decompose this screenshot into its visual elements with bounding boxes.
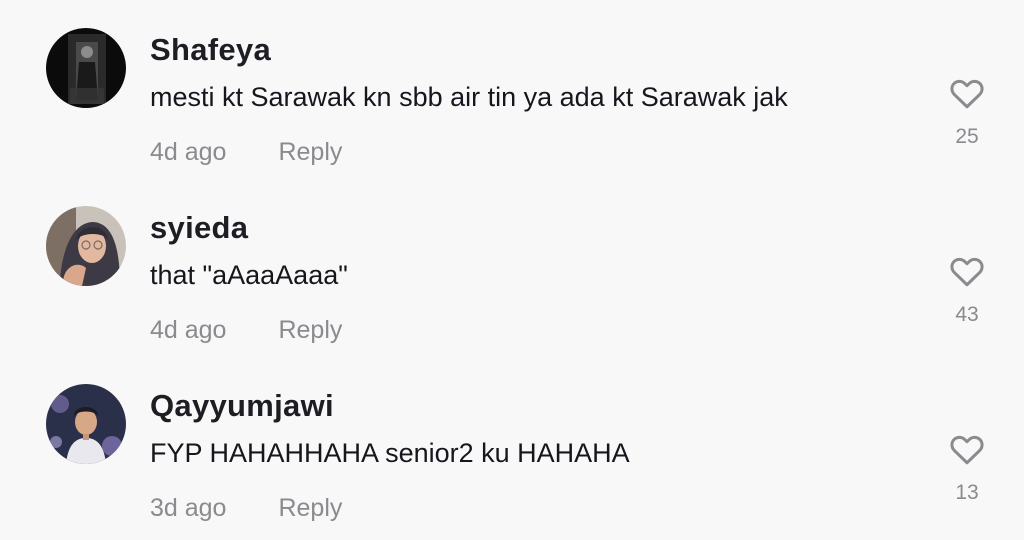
reply-button[interactable]: Reply: [278, 138, 342, 166]
comment-meta: 4d ago Reply: [150, 138, 342, 167]
avatar-image: [46, 384, 126, 464]
comment-timestamp: 4d ago: [150, 138, 227, 166]
comment-timestamp: 4d ago: [150, 316, 227, 344]
heart-outline-icon: [950, 257, 984, 287]
comment-item: Qayyumjawi FYP HAHAHHAHA senior2 ku HAHA…: [0, 384, 1024, 540]
avatar[interactable]: [46, 384, 126, 464]
reply-button[interactable]: Reply: [278, 494, 342, 522]
like-count: 43: [955, 303, 979, 326]
avatar[interactable]: [46, 28, 126, 108]
heart-outline-icon: [950, 435, 984, 465]
comment-username[interactable]: Shafeya: [150, 32, 271, 68]
comment-list: Shafeya mesti kt Sarawak kn sbb air tin …: [0, 0, 1024, 540]
comment-meta: 3d ago Reply: [150, 494, 342, 523]
comment-item: Shafeya mesti kt Sarawak kn sbb air tin …: [0, 28, 1024, 206]
like-count: 13: [955, 481, 979, 504]
comment-item: syieda that "aAaaAaaa" 4d ago Reply 43: [0, 206, 1024, 384]
like-button[interactable]: 13: [940, 432, 994, 505]
like-button[interactable]: 25: [940, 76, 994, 149]
comment-username[interactable]: syieda: [150, 210, 248, 246]
comment-text: that "aAaaAaaa": [150, 260, 348, 290]
avatar[interactable]: [46, 206, 126, 286]
comment-text: mesti kt Sarawak kn sbb air tin ya ada k…: [150, 82, 788, 112]
like-count: 25: [955, 125, 979, 148]
comment-timestamp: 3d ago: [150, 494, 227, 522]
heart-outline-icon: [950, 79, 984, 109]
like-button[interactable]: 43: [940, 254, 994, 327]
avatar-image: [46, 28, 126, 108]
avatar-image: [46, 206, 126, 286]
comment-meta: 4d ago Reply: [150, 316, 342, 345]
reply-button[interactable]: Reply: [278, 316, 342, 344]
comment-text: FYP HAHAHHAHA senior2 ku HAHAHA: [150, 438, 630, 468]
comment-username[interactable]: Qayyumjawi: [150, 388, 334, 424]
